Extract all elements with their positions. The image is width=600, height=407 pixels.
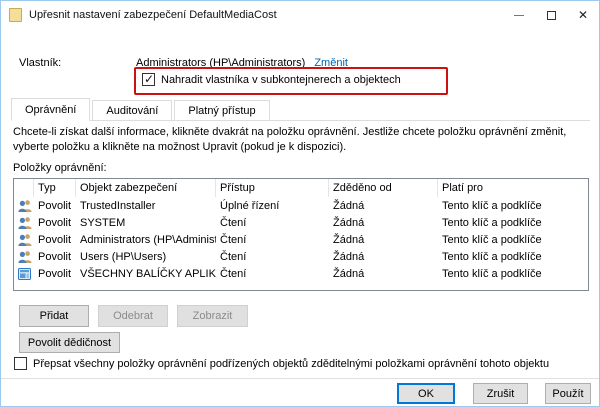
table-row[interactable]: Povolit Users (HP\Users) Čtení Žádná Ten… xyxy=(14,248,588,265)
dialog-buttons: OK Zrušit Použít xyxy=(397,383,591,404)
perm-type: Povolit xyxy=(34,248,76,265)
view-button: Zobrazit xyxy=(177,305,248,327)
perm-type: Povolit xyxy=(34,214,76,231)
perm-principal: Users (HP\Users) xyxy=(76,248,216,265)
header-principal[interactable]: Objekt zabezpečení xyxy=(76,179,216,197)
perm-inherited: Žádná xyxy=(329,231,438,248)
tab-strip: Oprávnění Auditování Platný přístup xyxy=(11,98,272,121)
tab-permissions[interactable]: Oprávnění xyxy=(11,98,90,121)
advanced-security-dialog: Upřesnit nastavení zabezpečení DefaultMe… xyxy=(0,0,600,407)
users-icon xyxy=(14,214,34,231)
app-package-icon xyxy=(14,265,34,282)
perm-applies: Tento klíč a podklíče xyxy=(438,197,588,214)
perm-applies: Tento klíč a podklíče xyxy=(438,248,588,265)
perm-inherited: Žádná xyxy=(329,214,438,231)
minimize-icon xyxy=(514,15,524,16)
perm-type: Povolit xyxy=(34,231,76,248)
table-row[interactable]: Povolit VŠECHNY BALÍČKY APLIKACÍ Čtení Ž… xyxy=(14,265,588,282)
window-controls: ✕ xyxy=(503,1,599,29)
perm-applies: Tento klíč a podklíče xyxy=(438,214,588,231)
window-title: Upřesnit nastavení zabezpečení DefaultMe… xyxy=(29,9,277,21)
replace-child-permissions-checkbox[interactable] xyxy=(14,357,27,370)
close-icon: ✕ xyxy=(578,8,588,22)
add-button[interactable]: Přidat xyxy=(19,305,89,327)
perm-applies: Tento klíč a podklíče xyxy=(438,231,588,248)
perm-type: Povolit xyxy=(34,265,76,282)
perm-principal: Administrators (HP\Administr... xyxy=(76,231,216,248)
replace-owner-checkbox-label: Nahradit vlastníka v subkontejnerech a o… xyxy=(161,74,401,86)
perm-inherited: Žádná xyxy=(329,248,438,265)
permissions-list: Typ Objekt zabezpečení Přístup Zděděno o… xyxy=(13,178,589,291)
users-icon xyxy=(14,197,34,214)
apply-button[interactable]: Použít xyxy=(545,383,591,404)
table-row[interactable]: Povolit TrustedInstaller Úplné řízení Žá… xyxy=(14,197,588,214)
remove-button: Odebrat xyxy=(98,305,168,327)
perm-inherited: Žádná xyxy=(329,265,438,282)
perm-access: Čtení xyxy=(216,231,329,248)
owner-label: Vlastník: xyxy=(19,57,61,69)
ok-button[interactable]: OK xyxy=(397,383,455,404)
cancel-button[interactable]: Zrušit xyxy=(473,383,528,404)
maximize-button[interactable] xyxy=(535,1,567,29)
perm-access: Úplné řízení xyxy=(216,197,329,214)
header-applies[interactable]: Platí pro xyxy=(438,179,588,197)
header-icon-spacer xyxy=(14,179,34,197)
perm-inherited: Žádná xyxy=(329,197,438,214)
perm-access: Čtení xyxy=(216,265,329,282)
table-row[interactable]: Povolit Administrators (HP\Administr... … xyxy=(14,231,588,248)
header-inherited[interactable]: Zděděno od xyxy=(329,179,438,197)
replace-child-permissions-row[interactable]: Přepsat všechny položky oprávnění podříz… xyxy=(14,357,594,370)
header-type[interactable]: Typ xyxy=(34,179,76,197)
table-row[interactable]: Povolit SYSTEM Čtení Žádná Tento klíč a … xyxy=(14,214,588,231)
list-header: Typ Objekt zabezpečení Přístup Zděděno o… xyxy=(14,179,588,197)
replace-child-permissions-label: Přepsat všechny položky oprávnění podříz… xyxy=(33,358,549,370)
permission-entries-label: Položky oprávnění: xyxy=(13,162,107,174)
header-access[interactable]: Přístup xyxy=(216,179,329,197)
perm-type: Povolit xyxy=(34,197,76,214)
users-icon xyxy=(14,231,34,248)
replace-owner-checkbox[interactable] xyxy=(142,73,155,86)
maximize-icon xyxy=(547,11,556,20)
folder-icon xyxy=(9,8,22,22)
perm-access: Čtení xyxy=(216,248,329,265)
minimize-button[interactable] xyxy=(503,1,535,29)
close-button[interactable]: ✕ xyxy=(567,1,599,29)
enable-inheritance-button[interactable]: Povolit dědičnost xyxy=(19,332,120,353)
perm-applies: Tento klíč a podklíče xyxy=(438,265,588,282)
perm-access: Čtení xyxy=(216,214,329,231)
footer-separator xyxy=(1,378,599,379)
instructions-text: Chcete-li získat další informace, klikně… xyxy=(13,125,589,155)
perm-principal: TrustedInstaller xyxy=(76,197,216,214)
perm-principal: VŠECHNY BALÍČKY APLIKACÍ xyxy=(76,265,216,282)
replace-owner-checkbox-row[interactable]: Nahradit vlastníka v subkontejnerech a o… xyxy=(142,73,401,86)
tab-effective-access[interactable]: Platný přístup xyxy=(174,100,269,121)
users-icon xyxy=(14,248,34,265)
perm-principal: SYSTEM xyxy=(76,214,216,231)
tab-auditing[interactable]: Auditování xyxy=(92,100,172,121)
